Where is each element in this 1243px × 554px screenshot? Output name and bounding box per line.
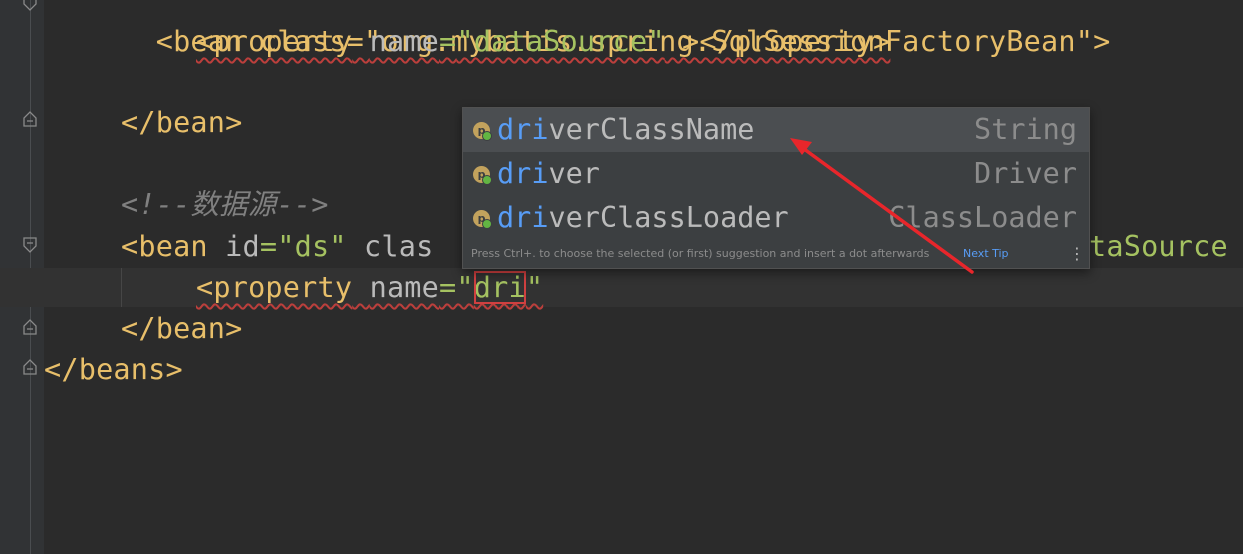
code-line-5-overflow: taSource <box>1089 227 1228 267</box>
indent-guide <box>121 268 122 307</box>
suggestion-name: driver <box>497 157 600 190</box>
suggestion-name: driverClassName <box>497 113 755 146</box>
code-token: = <box>439 25 457 58</box>
code-token: </bean> <box>121 106 243 139</box>
fold-collapse-icon[interactable] <box>21 110 39 128</box>
code-line-6-content: <property name="dri" <box>196 271 543 304</box>
code-line-5[interactable]: <bean id="ds" clas <box>121 227 433 267</box>
suggestion-driverClassName[interactable]: p driverClassName String <box>463 108 1089 152</box>
fold-collapse-icon[interactable] <box>21 358 39 376</box>
code-line-2-content: <property name="dataSource" ></property> <box>196 25 890 58</box>
autocomplete-popup[interactable]: p driverClassName String p driver Driver… <box>462 107 1090 269</box>
property-icon: p <box>473 122 492 141</box>
code-line-comment[interactable]: <!--数据源--> <box>121 185 329 225</box>
code-line-8[interactable]: </beans> <box>44 350 183 390</box>
code-token: taSource <box>1089 230 1228 263</box>
code-token: <property <box>196 25 353 58</box>
code-token: id <box>225 230 260 263</box>
code-token: name <box>369 271 440 304</box>
current-line-highlight <box>0 268 1243 307</box>
code-token: </bean> <box>121 312 243 345</box>
code-line-2[interactable]: <property name="dataSource" ></property> <box>196 22 890 62</box>
footer-tip-text: Press Ctrl+. to choose the selected (or … <box>471 247 930 260</box>
popup-footer: Press Ctrl+. to choose the selected (or … <box>463 240 1089 268</box>
suggestion-driver[interactable]: p driver Driver <box>463 152 1089 196</box>
code-token: "ds" <box>277 230 347 263</box>
code-token: <bean <box>121 230 208 263</box>
suggestion-type: ClassLoader <box>888 201 1077 234</box>
code-token: "dataSource" <box>456 25 665 58</box>
next-tip-link[interactable]: Next Tip <box>963 240 1009 268</box>
fold-marker-icon[interactable] <box>21 0 39 12</box>
property-icon: p <box>473 166 492 185</box>
code-token: =" <box>439 271 474 304</box>
code-line-1[interactable]: <bean class="org.mybatis.spring.SqlSessi… <box>121 0 1111 58</box>
code-comment: <!--数据源--> <box>121 188 329 221</box>
suggestion-type: Driver <box>974 157 1077 190</box>
code-line-6-current[interactable]: <property name="dri" <box>196 268 543 308</box>
code-token: clas <box>364 230 434 263</box>
code-token: = <box>259 230 278 263</box>
code-line-3[interactable]: </bean> <box>121 103 243 143</box>
code-token: name <box>369 25 440 58</box>
suggestion-name: driverClassLoader <box>497 201 789 234</box>
code-token: " <box>525 271 544 304</box>
code-token: </beans> <box>44 353 183 386</box>
typed-text: dri <box>473 271 526 304</box>
suggestion-type: String <box>974 113 1077 146</box>
more-options-icon[interactable]: ⋮ <box>1069 240 1085 268</box>
property-icon: p <box>473 210 492 229</box>
code-line-7[interactable]: </bean> <box>121 309 243 349</box>
code-token: <property <box>196 271 353 304</box>
fold-collapse-icon[interactable] <box>21 318 39 336</box>
code-token: ></property> <box>664 25 891 58</box>
suggestion-driverClassLoader[interactable]: p driverClassLoader ClassLoader <box>463 196 1089 240</box>
fold-expand-icon[interactable] <box>21 236 39 254</box>
